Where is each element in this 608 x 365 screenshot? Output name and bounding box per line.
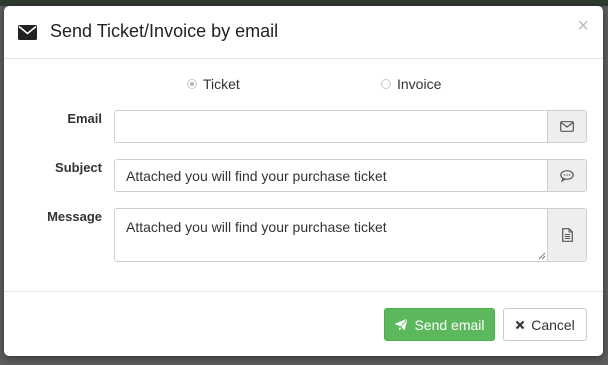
cancel-button[interactable]: Cancel xyxy=(503,308,587,341)
envelope-outline-icon xyxy=(560,121,574,132)
document-icon xyxy=(561,228,573,242)
paper-plane-icon xyxy=(394,318,409,331)
radio-ticket[interactable]: Ticket xyxy=(187,76,240,92)
send-email-button[interactable]: Send email xyxy=(384,308,495,341)
radio-ticket-label: Ticket xyxy=(203,76,240,92)
radio-invoice-label: Invoice xyxy=(397,76,442,92)
message-addon xyxy=(547,209,586,261)
modal-title: Send Ticket/Invoice by email xyxy=(50,21,279,41)
document-type-selector: Ticket Invoice xyxy=(4,76,603,96)
modal-header: Send Ticket/Invoice by email × xyxy=(4,6,603,59)
radio-ticket-indicator[interactable] xyxy=(187,79,197,89)
subject-input-group xyxy=(114,159,587,192)
cancel-label: Cancel xyxy=(531,316,575,333)
email-input-group xyxy=(114,110,587,143)
message-field[interactable]: Attached you will find your purchase tic… xyxy=(115,209,547,261)
close-icon xyxy=(515,320,525,329)
modal-footer: Send email Cancel xyxy=(4,291,603,356)
radio-invoice-indicator[interactable] xyxy=(381,79,391,89)
subject-label: Subject xyxy=(55,160,102,175)
envelope-icon xyxy=(18,25,37,40)
subject-field[interactable] xyxy=(115,160,547,191)
close-button[interactable]: × xyxy=(577,16,589,36)
email-addon xyxy=(547,111,586,142)
send-email-label: Send email xyxy=(414,316,485,333)
email-field[interactable] xyxy=(115,111,547,142)
subject-addon xyxy=(547,160,586,191)
message-input-group: Attached you will find your purchase tic… xyxy=(114,208,587,262)
message-label: Message xyxy=(47,209,102,224)
radio-invoice[interactable]: Invoice xyxy=(381,76,441,92)
comment-icon xyxy=(560,169,574,182)
send-email-modal: Send Ticket/Invoice by email × Ticket In… xyxy=(4,6,603,356)
email-label: Email xyxy=(67,111,102,126)
resize-grip-icon[interactable] xyxy=(538,252,546,260)
